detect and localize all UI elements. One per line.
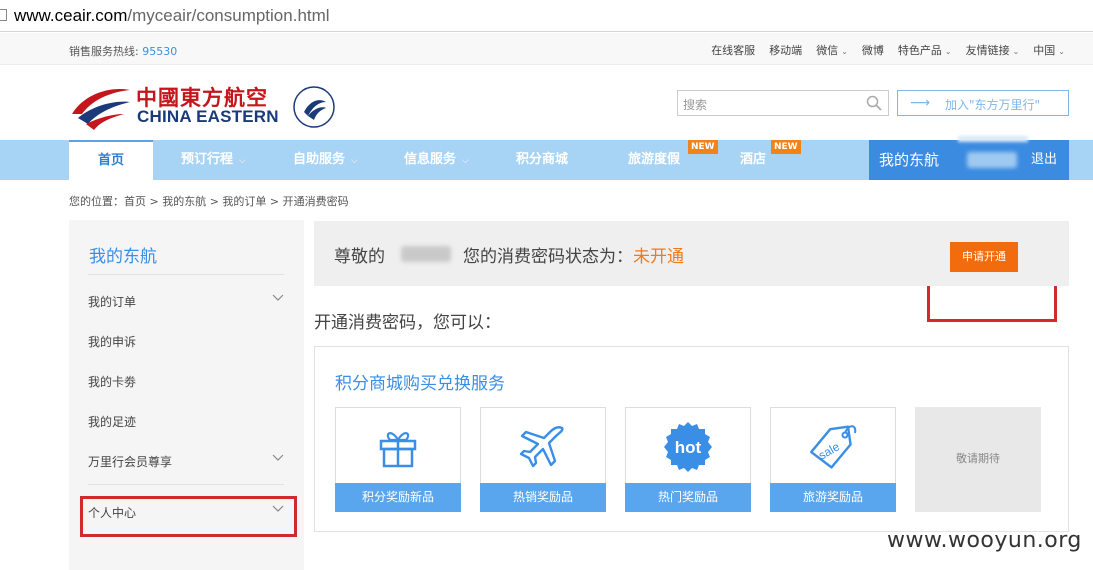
top-links: 在线客服 移动端 微信 ⌄ 微博 特色产品 ⌄ 友情链接 ⌄ 中国 ⌄ — [697, 42, 1065, 58]
status-value: 未开通 — [633, 247, 684, 267]
redacted-username — [401, 246, 451, 262]
card-label: 旅游奖励品 — [770, 483, 896, 512]
top-link-special-products[interactable]: 特色产品 ⌄ — [898, 42, 952, 58]
nav-booking[interactable]: 预订行程 ⌵ — [181, 140, 246, 180]
card-label: 热销奖励品 — [480, 483, 606, 512]
top-strip: 销售服务热线: 95530 在线客服 移动端 微信 ⌄ 微博 特色产品 ⌄ 友情链接… — [0, 33, 1093, 65]
top-link-online-service[interactable]: 在线客服 — [711, 42, 755, 58]
status-greeting: 尊敬的 — [334, 247, 385, 267]
service-card-new-rewards[interactable]: 积分奖励新品 — [335, 407, 461, 512]
top-link-mobile[interactable]: 移动端 — [769, 42, 802, 58]
divider — [88, 484, 284, 485]
search-input[interactable]: 搜索 — [677, 90, 889, 116]
nav-self-service[interactable]: 自助服务 ⌵ — [293, 140, 358, 180]
svg-text:hot: hot — [675, 438, 702, 457]
sidebar-item-footprints[interactable]: 我的足迹 — [88, 413, 284, 430]
main-nav: 首页 预订行程 ⌵ 自助服务 ⌵ 信息服务 ⌵ 积分商城 旅游度假 NEW 酒店 NE… — [0, 136, 1093, 180]
nav-travel-vacation[interactable]: 旅游度假 — [628, 140, 680, 180]
top-link-weibo[interactable]: 微博 — [862, 42, 884, 58]
chevron-down-icon — [272, 294, 284, 301]
chevron-down-icon: ⌵ — [351, 156, 358, 166]
chevron-down-icon: ⌄ — [841, 47, 848, 56]
nav-hotel[interactable]: 酒店 — [740, 140, 766, 180]
card-label: 热门奖励品 — [625, 483, 751, 512]
nav-info-service[interactable]: 信息服务 ⌵ — [404, 140, 469, 180]
chevron-down-icon: ⌄ — [1058, 47, 1065, 56]
services-panel: 积分商城购买兑换服务 积分奖励新品 热销奖励品 hot 热门奖励品 sale 旅… — [314, 346, 1069, 532]
highlight-box-personal-center — [80, 496, 297, 537]
chevron-down-icon: ⌵ — [462, 156, 469, 166]
china-eastern-logo[interactable]: 中國東方航空 CHINA EASTERN — [70, 78, 340, 134]
nav-my-eastern[interactable]: 我的东航 退出 — [869, 140, 1069, 180]
service-card-coming-soon: 敬请期待 — [915, 407, 1041, 512]
top-link-friend-links[interactable]: 友情链接 ⌄ — [966, 42, 1020, 58]
services-title: 积分商城购买兑换服务 — [335, 374, 505, 394]
service-card-bestseller-rewards[interactable]: 热销奖励品 — [480, 407, 606, 512]
chevron-down-icon: ⌄ — [1012, 47, 1020, 56]
swallow-logo-icon — [72, 89, 130, 130]
redacted-mark — [958, 136, 1028, 142]
chevron-down-icon: ⌄ — [944, 47, 952, 56]
browser-address-bar[interactable]: www.ceair.com/myceair/consumption.html — [0, 0, 1093, 32]
airplane-icon — [519, 426, 564, 468]
sidebar-item-coupons[interactable]: 我的卡劵 — [88, 373, 284, 390]
service-card-hot-rewards[interactable]: hot 热门奖励品 — [625, 407, 751, 512]
hot-badge-icon: hot — [664, 422, 712, 472]
divider — [88, 274, 284, 275]
hotline-number: 95530 — [142, 45, 178, 58]
nav-points-mall[interactable]: 积分商城 — [516, 140, 568, 180]
new-badge: NEW — [771, 140, 801, 154]
chevron-down-icon — [272, 454, 284, 461]
breadcrumb: 您的位置：首页 > 我的东航 > 我的订单 > 开通消费密码 — [69, 195, 349, 208]
arrow-right-icon: ⟶ — [910, 95, 931, 111]
nav-home[interactable]: 首页 — [69, 140, 153, 180]
status-text: 您的消费密码状态为：未开通 — [463, 247, 684, 267]
join-eastern-miles-button[interactable]: ⟶ 加入"东方万里行" — [897, 90, 1069, 116]
page-icon — [0, 9, 7, 21]
search-placeholder: 搜索 — [683, 98, 708, 112]
skyteam-logo-icon — [293, 86, 335, 128]
url-text[interactable]: www.ceair.com/myceair/consumption.html — [14, 6, 330, 26]
card-label: 积分奖励新品 — [335, 483, 461, 512]
sidebar-item-appeals[interactable]: 我的申诉 — [88, 333, 284, 350]
redacted-username — [967, 152, 1017, 168]
search-icon[interactable] — [866, 95, 882, 111]
hotline: 销售服务热线: 95530 — [69, 45, 178, 58]
logout-link[interactable]: 退出 — [1031, 140, 1057, 180]
watermark: www.wooyun.org — [887, 528, 1082, 553]
gift-icon — [379, 432, 417, 468]
section-subheading: 开通消费密码，您可以： — [314, 313, 501, 333]
sale-tag-icon: sale — [810, 425, 857, 469]
chevron-down-icon: ⌵ — [239, 156, 246, 166]
top-link-region[interactable]: 中国 ⌄ — [1033, 42, 1065, 58]
new-badge: NEW — [688, 140, 718, 154]
sidebar-title[interactable]: 我的东航 — [89, 242, 157, 267]
sidebar-item-orders[interactable]: 我的订单 — [88, 293, 284, 310]
top-link-wechat[interactable]: 微信 ⌄ — [816, 42, 848, 58]
apply-activate-button[interactable]: 申请开通 — [950, 242, 1018, 272]
sidebar-item-member-privileges[interactable]: 万里行会员尊享 — [88, 453, 284, 470]
logo-text-english: CHINA EASTERN — [137, 107, 279, 126]
service-card-travel-rewards[interactable]: sale 旅游奖励品 — [770, 407, 896, 512]
